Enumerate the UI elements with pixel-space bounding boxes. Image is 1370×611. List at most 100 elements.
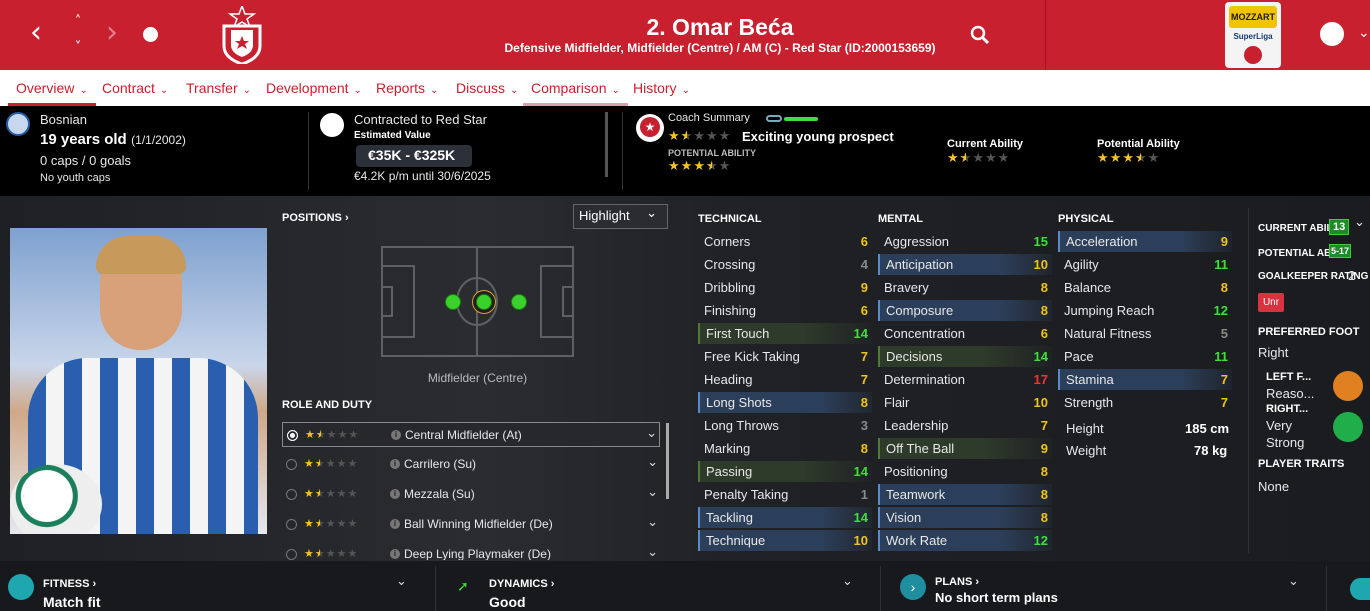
attribute-row[interactable]: Positioning 8 bbox=[878, 461, 1052, 482]
info-icon[interactable]: i bbox=[390, 459, 400, 469]
chevron-down-icon[interactable]: ⌄ bbox=[842, 574, 853, 589]
tab-reports[interactable]: Reports ⌄ bbox=[376, 80, 438, 96]
dropdown-circle-icon[interactable]: ▼ bbox=[143, 27, 158, 42]
highlight-dropdown[interactable]: Highlight ⌄ bbox=[573, 204, 668, 229]
dynamics-heading[interactable]: DYNAMICS › bbox=[489, 578, 554, 590]
header-chevron-icon[interactable]: ⌄ bbox=[1358, 24, 1370, 41]
role-radio[interactable] bbox=[286, 549, 297, 560]
chevron-up-icon[interactable]: ˄ bbox=[70, 14, 86, 30]
attribute-row[interactable]: Stamina 7 bbox=[1058, 369, 1232, 390]
info-icon[interactable]: i bbox=[391, 430, 401, 440]
attribute-row[interactable]: Passing 14 bbox=[698, 461, 872, 482]
info-icon[interactable]: i bbox=[390, 519, 400, 529]
forward-icon[interactable]: › bbox=[106, 18, 118, 48]
position-dot-dm[interactable] bbox=[445, 294, 461, 310]
attribute-row[interactable]: Anticipation 10 bbox=[878, 254, 1052, 275]
attribute-row[interactable]: Determination 17 bbox=[878, 369, 1052, 390]
role-row[interactable]: ★★★★★★ i Central Midfielder (At) ⌄ bbox=[282, 422, 660, 447]
extra-panel-icon[interactable] bbox=[1350, 578, 1370, 600]
attribute-row[interactable]: Bravery 8 bbox=[878, 277, 1052, 298]
league-logo[interactable]: MOZZART SuperLiga bbox=[1225, 2, 1281, 68]
club-badge-icon[interactable] bbox=[320, 113, 344, 137]
attribute-row[interactable]: Off The Ball 9 bbox=[878, 438, 1052, 459]
tab-transfer[interactable]: Transfer ⌄ bbox=[186, 80, 251, 96]
role-row[interactable]: ★★★★★★ i Ball Winning Midfielder (De) ⌄ bbox=[282, 512, 660, 537]
attribute-row[interactable]: Tackling 14 bbox=[698, 507, 872, 528]
attribute-row[interactable]: Penalty Taking 1 bbox=[698, 484, 872, 505]
attribute-row[interactable]: Free Kick Taking 7 bbox=[698, 346, 872, 367]
attribute-row[interactable]: Decisions 14 bbox=[878, 346, 1052, 367]
role-radio[interactable] bbox=[287, 430, 298, 441]
search-icon[interactable] bbox=[970, 25, 990, 45]
role-row[interactable]: ★★★★★★ i Mezzala (Su) ⌄ bbox=[282, 482, 660, 507]
attribute-row[interactable]: Pace 11 bbox=[1058, 346, 1232, 367]
role-row[interactable]: ★★★★★★ i Carrilero (Su) ⌄ bbox=[282, 452, 660, 477]
chevron-down-icon[interactable]: ⌄ bbox=[1354, 215, 1365, 230]
attribute-row[interactable]: Agility 11 bbox=[1058, 254, 1232, 275]
chevron-down-icon[interactable]: ⌄ bbox=[647, 515, 658, 530]
chevron-down-icon[interactable]: ⌄ bbox=[647, 485, 658, 500]
globe-icon[interactable] bbox=[1320, 22, 1344, 46]
attribute-row[interactable]: Strength 7 bbox=[1058, 392, 1232, 413]
estimated-value-label: Estimated Value bbox=[354, 130, 431, 141]
attribute-row[interactable]: Composure 8 bbox=[878, 300, 1052, 321]
attribute-name: Tackling bbox=[706, 510, 753, 525]
position-dot-mc[interactable] bbox=[476, 294, 492, 310]
nationality[interactable]: Bosnian bbox=[40, 112, 87, 127]
attribute-name: Concentration bbox=[884, 326, 965, 341]
attribute-row[interactable]: Balance 8 bbox=[1058, 277, 1232, 298]
attribute-row[interactable]: Work Rate 12 bbox=[878, 530, 1052, 551]
position-dot-am[interactable] bbox=[511, 294, 527, 310]
attribute-row[interactable]: Vision 8 bbox=[878, 507, 1052, 528]
info-icon[interactable]: i bbox=[390, 549, 400, 559]
attribute-row[interactable]: Concentration 6 bbox=[878, 323, 1052, 344]
attribute-row[interactable]: Jumping Reach 12 bbox=[1058, 300, 1232, 321]
chevron-down-icon: ⌄ bbox=[159, 85, 169, 96]
attribute-row[interactable]: Long Throws 3 bbox=[698, 415, 872, 436]
attribute-row[interactable]: Acceleration 9 bbox=[1058, 231, 1232, 252]
attribute-row[interactable]: First Touch 14 bbox=[698, 323, 872, 344]
chevron-down-icon[interactable]: ⌄ bbox=[646, 426, 657, 441]
nation-flag-icon[interactable] bbox=[6, 112, 30, 136]
attribute-row[interactable]: Aggression 15 bbox=[878, 231, 1052, 252]
tab-overview[interactable]: Overview ⌄ bbox=[8, 80, 96, 106]
back-icon[interactable]: ‹ bbox=[30, 18, 42, 48]
info-scrollbar[interactable] bbox=[605, 112, 608, 177]
role-radio[interactable] bbox=[286, 489, 297, 500]
club-crest-icon[interactable] bbox=[221, 6, 263, 64]
chevron-down-icon[interactable]: ⌄ bbox=[1288, 574, 1299, 589]
role-radio[interactable] bbox=[286, 519, 297, 530]
attribute-row[interactable]: Marking 8 bbox=[698, 438, 872, 459]
role-row[interactable]: ★★★★★★ i Deep Lying Playmaker (De) ⌄ bbox=[282, 542, 660, 560]
attribute-row[interactable]: Crossing 4 bbox=[698, 254, 872, 275]
info-icon[interactable]: i bbox=[390, 489, 400, 499]
attribute-row[interactable]: Dribbling 9 bbox=[698, 277, 872, 298]
tab-discuss[interactable]: Discuss ⌄ bbox=[456, 80, 518, 96]
attribute-row[interactable]: Technique 10 bbox=[698, 530, 872, 551]
tab-label: Transfer bbox=[186, 80, 238, 96]
chevron-down-icon[interactable]: ⌄ bbox=[647, 455, 658, 470]
attribute-row[interactable]: Long Shots 8 bbox=[698, 392, 872, 413]
contract-status[interactable]: Contracted to Red Star bbox=[354, 112, 487, 127]
roles-scrollbar[interactable] bbox=[666, 423, 669, 499]
tab-history[interactable]: History ⌄ bbox=[633, 80, 690, 96]
attribute-row[interactable]: Finishing 6 bbox=[698, 300, 872, 321]
attribute-row[interactable]: Flair 10 bbox=[878, 392, 1052, 413]
chevron-down-icon[interactable]: ˅ bbox=[70, 40, 86, 56]
chevron-down-icon[interactable]: ⌄ bbox=[396, 574, 407, 589]
role-radio[interactable] bbox=[286, 459, 297, 470]
positions-heading[interactable]: POSITIONS › bbox=[282, 212, 349, 224]
estimated-value[interactable]: €35K - €325K bbox=[356, 145, 472, 167]
attribute-row[interactable]: Natural Fitness 5 bbox=[1058, 323, 1232, 344]
fitness-heading[interactable]: FITNESS › bbox=[43, 578, 96, 590]
tab-development[interactable]: Development ⌄ bbox=[266, 80, 362, 96]
attribute-value: 8 bbox=[860, 441, 868, 456]
attribute-row[interactable]: Teamwork 8 bbox=[878, 484, 1052, 505]
tab-comparison[interactable]: Comparison ⌄ bbox=[523, 80, 628, 106]
attribute-row[interactable]: Leadership 7 bbox=[878, 415, 1052, 436]
attribute-row[interactable]: Corners 6 bbox=[698, 231, 872, 252]
chevron-down-icon[interactable]: ⌄ bbox=[647, 545, 658, 560]
attribute-row[interactable]: Heading 7 bbox=[698, 369, 872, 390]
plans-heading[interactable]: PLANS › bbox=[935, 576, 979, 588]
tab-contract[interactable]: Contract ⌄ bbox=[102, 80, 168, 96]
